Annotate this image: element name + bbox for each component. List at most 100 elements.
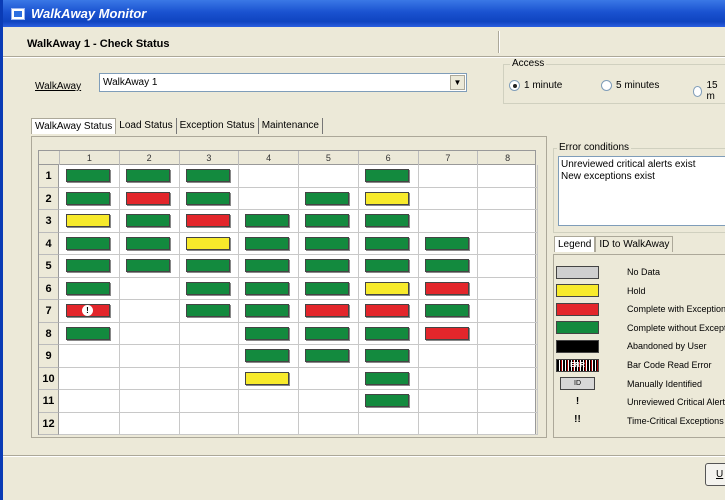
grid-cell[interactable] <box>245 259 290 272</box>
grid-cell[interactable] <box>185 304 230 317</box>
grid-cell[interactable] <box>305 214 349 227</box>
grid-cell[interactable] <box>424 236 469 250</box>
row-header: 3 <box>39 210 59 233</box>
grid-cell[interactable] <box>185 281 230 295</box>
legend-label: Abandoned by User <box>627 341 707 352</box>
tab-maintenance[interactable]: Maintenance <box>259 118 323 134</box>
row-header: 7 <box>39 300 59 323</box>
grid-cell[interactable] <box>245 236 290 250</box>
row-header: 1 <box>39 165 59 188</box>
grid-cell[interactable] <box>305 304 349 317</box>
grid-cell[interactable] <box>66 236 110 250</box>
legend-label: Manually Identified <box>627 378 703 389</box>
grid-cell[interactable] <box>185 259 230 272</box>
tab-id-to-walkaway[interactable]: ID to WalkAway <box>595 236 674 252</box>
grid-cell[interactable] <box>245 214 290 227</box>
grid-cell[interactable] <box>305 326 349 340</box>
grid-cell[interactable] <box>364 349 409 362</box>
grid-cell[interactable] <box>424 259 469 272</box>
row-header: 5 <box>39 255 59 278</box>
grid-cell[interactable] <box>245 349 290 362</box>
grid-cell[interactable] <box>364 169 409 182</box>
grid-cell[interactable] <box>245 281 290 295</box>
access-option-1min[interactable]: 1 minute <box>509 80 562 91</box>
grid-cell[interactable] <box>245 371 290 385</box>
legend-label: Complete with Exceptions <box>627 304 725 315</box>
grid-cell[interactable] <box>245 326 290 340</box>
access-option-15min[interactable]: 15 m <box>693 80 725 102</box>
tab-walkaway-status[interactable]: WalkAway Status <box>31 118 117 134</box>
update-button[interactable]: U <box>705 463 725 486</box>
grid-cell[interactable] <box>66 281 110 295</box>
legend-item: No Data <box>556 263 725 281</box>
grid-cell[interactable] <box>66 169 110 182</box>
barcode-icon: ERR <box>556 358 599 372</box>
title-bar[interactable]: WalkAway Monitor <box>3 0 725 27</box>
grid-cell[interactable] <box>305 349 349 362</box>
grid-cell[interactable] <box>424 281 469 295</box>
legend-item: Hold <box>556 282 725 300</box>
error-conditions-list[interactable]: Unreviewed critical alerts exist New exc… <box>558 156 725 226</box>
chevron-down-icon[interactable]: ▼ <box>450 75 465 90</box>
grid-cell[interactable] <box>305 259 349 272</box>
grid-cell[interactable] <box>245 304 290 317</box>
grid-cell[interactable] <box>66 259 110 272</box>
grid-cell[interactable] <box>66 191 110 205</box>
grid-line <box>59 299 537 300</box>
grid-cell[interactable] <box>364 259 409 272</box>
grid-cell[interactable] <box>125 191 170 205</box>
tab-legend[interactable]: Legend <box>554 236 596 252</box>
grid-line <box>59 321 537 323</box>
grid-cell[interactable] <box>364 371 409 385</box>
column-header: 2 <box>118 151 179 165</box>
grid-line <box>178 165 180 435</box>
access-option-label: 1 minute <box>524 80 563 91</box>
legend-item: ! Unreviewed Critical Alerts <box>556 393 725 411</box>
grid-cell[interactable] <box>424 304 469 317</box>
grid-cell[interactable] <box>424 326 469 340</box>
grid-cell[interactable] <box>364 304 409 317</box>
grid-cell[interactable] <box>305 236 349 250</box>
row-header: 8 <box>39 322 59 345</box>
grid-cell[interactable]: ! <box>66 304 110 317</box>
legend-label: Time-Critical Exceptions <box>627 415 724 426</box>
grid-cell[interactable] <box>185 236 230 250</box>
grid-cell[interactable] <box>185 169 230 182</box>
grid-cell[interactable] <box>364 191 409 205</box>
access-option-5min[interactable]: 5 minutes <box>601 80 659 91</box>
grid-cell[interactable] <box>185 214 230 227</box>
grid-cell[interactable] <box>364 394 409 407</box>
grid-line <box>298 165 299 435</box>
grid-cell[interactable] <box>364 281 409 295</box>
grid-cell[interactable] <box>125 214 170 227</box>
grid-cell[interactable] <box>364 236 409 250</box>
critical-alert-icon: ! <box>575 395 580 407</box>
grid-cell[interactable] <box>125 236 170 250</box>
walkaway-select[interactable]: WalkAway 1 ▼ <box>99 73 467 92</box>
grid-cell[interactable] <box>364 326 409 340</box>
tab-load-status[interactable]: Load Status <box>116 118 177 134</box>
grid-line <box>357 165 359 435</box>
grid-cell[interactable] <box>305 191 349 205</box>
row-header: 12 <box>39 412 59 435</box>
column-header: 5 <box>298 151 358 165</box>
row-header: 4 <box>39 232 59 255</box>
error-line: New exceptions exist <box>561 171 655 182</box>
tab-exception-status[interactable]: Exception Status <box>177 118 259 134</box>
radio-15min[interactable] <box>693 85 703 97</box>
column-header: 1 <box>59 151 119 165</box>
grid-cell[interactable] <box>125 169 170 182</box>
access-option-label: 5 minutes <box>616 80 660 91</box>
grid-cell[interactable] <box>185 191 230 205</box>
grid-cell[interactable] <box>66 326 110 340</box>
legend-label: Bar Code Read Error <box>627 360 712 370</box>
grid-cell[interactable] <box>364 214 409 227</box>
column-header: 7 <box>417 151 478 165</box>
radio-5min[interactable] <box>601 80 612 91</box>
radio-1min[interactable] <box>509 80 520 91</box>
grid-line <box>59 209 537 210</box>
grid-cell[interactable] <box>66 214 110 227</box>
grid-cell[interactable] <box>305 281 349 295</box>
grid-cell[interactable] <box>125 259 170 272</box>
page-title: WalkAway 1 - Check Status <box>27 38 170 50</box>
